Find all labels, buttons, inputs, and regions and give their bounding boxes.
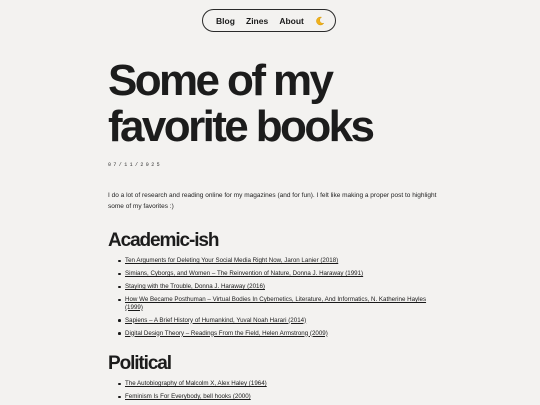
book-link[interactable]: Staying with the Trouble, Donna J. Haraw… — [125, 283, 265, 290]
page: Blog Zines About Some of my favorite boo… — [0, 0, 540, 405]
list-item: Sapiens – A Brief History of Humankind, … — [118, 317, 438, 325]
book-link[interactable]: Sapiens – A Brief History of Humankind, … — [125, 317, 306, 324]
book-link[interactable]: The Autobiography of Malcolm X, Alex Hal… — [125, 380, 267, 387]
moon-icon[interactable] — [315, 16, 325, 26]
book-link[interactable]: Digital Design Theory – Readings From th… — [125, 330, 328, 337]
list-item: Simians, Cyborgs, and Women – The Reinve… — [118, 270, 438, 278]
nav-about-link[interactable]: About — [279, 16, 304, 26]
list-item: Ten Arguments for Deleting Your Social M… — [118, 257, 438, 265]
section-heading-political: Political — [108, 353, 172, 374]
list-item: Staying with the Trouble, Donna J. Haraw… — [118, 283, 438, 291]
article: Some of my favorite books 07/11/2025 I d… — [108, 58, 438, 405]
page-title: Some of my favorite books — [108, 56, 375, 151]
book-link[interactable]: Simians, Cyborgs, and Women – The Reinve… — [125, 270, 363, 277]
list-item: The Autobiography of Malcolm X, Alex Hal… — [118, 380, 438, 388]
nav-blog-link[interactable]: Blog — [216, 16, 235, 26]
top-nav: Blog Zines About — [202, 9, 336, 32]
list-item: How We Became Posthuman – Virtual Bodies… — [118, 296, 438, 311]
book-list-academic: Ten Arguments for Deleting Your Social M… — [108, 257, 438, 337]
book-list-political: The Autobiography of Malcolm X, Alex Hal… — [108, 380, 438, 401]
section-heading-academic: Academic-ish — [108, 230, 219, 251]
nav-zines-link[interactable]: Zines — [246, 16, 268, 26]
post-date: 07/11/2025 — [108, 162, 163, 168]
list-item: Digital Design Theory – Readings From th… — [118, 330, 438, 338]
book-link[interactable]: Ten Arguments for Deleting Your Social M… — [125, 257, 338, 264]
book-link[interactable]: Feminism Is For Everybody, bell hooks (2… — [125, 393, 251, 400]
intro-paragraph: I do a lot of research and reading onlin… — [108, 192, 437, 210]
book-link[interactable]: How We Became Posthuman – Virtual Bodies… — [125, 296, 426, 311]
list-item: Feminism Is For Everybody, bell hooks (2… — [118, 393, 438, 401]
